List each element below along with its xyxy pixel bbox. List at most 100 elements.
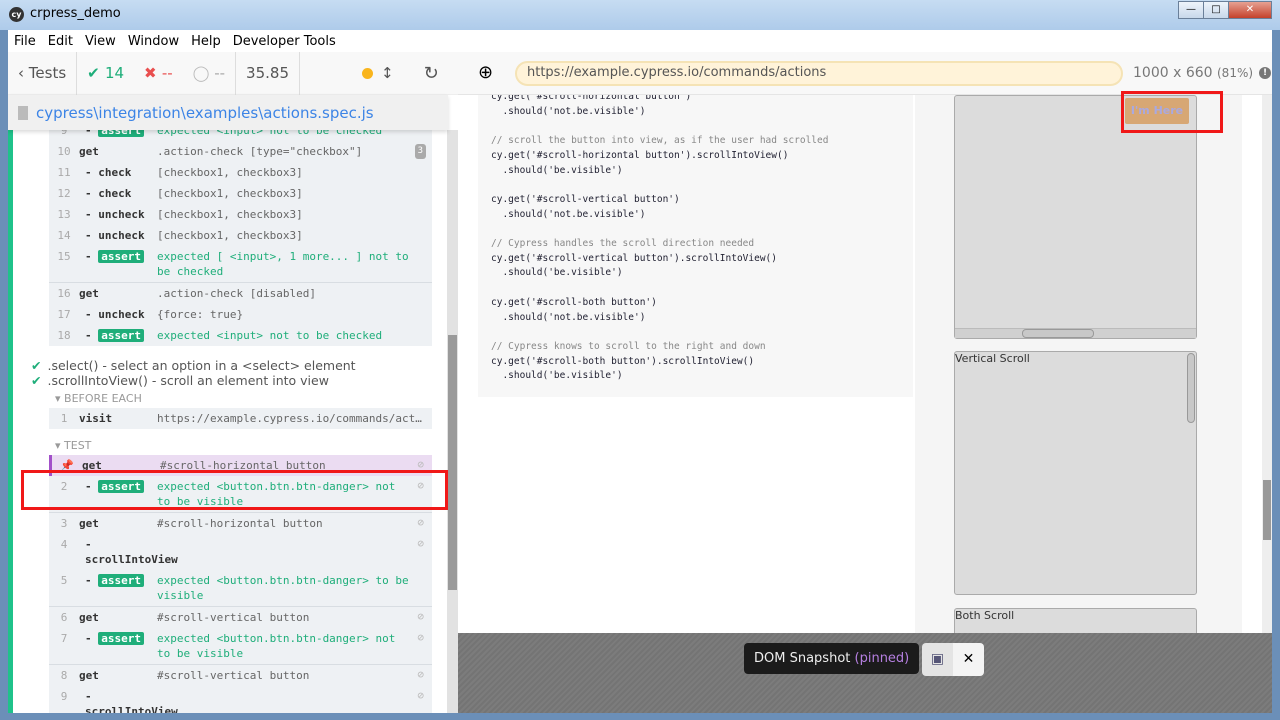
command-row[interactable]: 13- uncheck [checkbox1, checkbox3] — [49, 204, 432, 225]
command-message: {force: true} — [157, 308, 244, 321]
eye-slash-icon: ⊘ — [417, 537, 424, 550]
command-name: get — [79, 287, 99, 300]
pending-count: -- — [214, 64, 226, 82]
scroll-vertical-box[interactable]: Vertical Scroll — [954, 351, 1197, 595]
pending-circle-icon: ◯ — [192, 64, 215, 82]
command-row[interactable]: 18- assert expected <input> not to be che… — [49, 325, 432, 346]
command-name: - check — [85, 166, 132, 179]
command-message: [checkbox1, checkbox3] — [157, 166, 303, 179]
highlight-toggle-icon[interactable]: ▣ — [922, 643, 953, 676]
failed-count: -- — [161, 64, 173, 82]
command-row[interactable]: 7- assert expected <button.btn.btn-danger… — [49, 628, 432, 664]
code-line: .should('not.be.visible') — [491, 105, 646, 117]
back-to-tests-button[interactable]: ‹ Tests — [8, 52, 78, 95]
code-line: cy.get('#scroll-horizontal button').scro… — [491, 149, 789, 161]
eye-slash-icon: ⊘ — [417, 631, 424, 644]
command-row[interactable]: 16 get .action-check [disabled] — [49, 282, 432, 304]
info-icon[interactable]: ! — [1259, 67, 1272, 79]
hook-test[interactable]: ▾ TEST — [49, 429, 432, 455]
test-scrollintoview[interactable]: ✔ .scrollIntoView() - scroll an element i… — [31, 373, 432, 388]
command-row[interactable]: 1 visit https://example.cypress.io/command… — [49, 408, 432, 429]
caret-down-icon: ▾ — [55, 439, 61, 452]
eye-slash-icon: ⊘ — [417, 516, 424, 529]
spec-file-path[interactable]: cypress\integration\examples\actions.spe… — [8, 95, 448, 130]
command-row[interactable]: 9- scrollIntoView ⊘ — [49, 686, 432, 713]
rerun-icon[interactable]: ↻ — [424, 63, 439, 84]
menu-file[interactable]: File — [8, 34, 42, 49]
reporter-panel: ‹ Tests ✔ 14 ✖ -- ◯ -- 35.85 ↕ ↻ cypress… — [8, 52, 458, 713]
command-row[interactable]: 3 get #scroll-horizontal button ⊘ — [49, 512, 432, 534]
assert-badge: assert — [98, 250, 144, 263]
command-name: get — [79, 611, 99, 624]
runner-panel: ⊕ https://example.cypress.io/commands/ac… — [458, 52, 1272, 713]
aut-scrollbar[interactable] — [1262, 95, 1272, 633]
command-name: - scrollIntoView — [85, 538, 178, 566]
code-line: .should('be.visible') — [491, 164, 623, 176]
command-message: .action-check [disabled] — [157, 287, 316, 300]
check-icon: ✔ — [31, 373, 42, 388]
maximize-button[interactable]: □ — [1203, 1, 1229, 19]
close-window-button[interactable]: ✕ — [1228, 1, 1272, 19]
reporter-scrollbar[interactable] — [447, 130, 458, 713]
code-example: cy.get('#scroll-horizontal button') .sho… — [478, 95, 913, 397]
snapshot-bar: DOM Snapshot (pinned) ▣ ✕ — [458, 633, 1272, 713]
command-message: [checkbox1, checkbox3] — [157, 229, 303, 242]
test-select[interactable]: ✔ .select() - select an option in a <sele… — [31, 358, 432, 373]
command-row[interactable]: 14- uncheck [checkbox1, checkbox3] — [49, 225, 432, 246]
window-titlebar: cy crpress_demo — □ ✕ — [0, 0, 1280, 30]
command-message: .action-check [type="checkbox"] — [157, 145, 363, 158]
code-line: // scroll the button into view, as if th… — [491, 135, 829, 147]
command-name: get — [79, 145, 99, 158]
eye-slash-icon: ⊘ — [417, 610, 424, 623]
menu-edit[interactable]: Edit — [42, 34, 79, 49]
close-snapshot-icon[interactable]: ✕ — [953, 643, 984, 676]
x-icon: ✖ — [144, 64, 162, 82]
code-line: cy.get('#scroll-horizontal button') — [491, 95, 692, 102]
scroll-both-box[interactable]: Both Scroll — [954, 608, 1197, 633]
command-message: expected <button.btn.btn-danger> not to … — [157, 632, 396, 660]
command-row[interactable]: 12- check [checkbox1, checkbox3] — [49, 183, 432, 204]
menu-developer-tools[interactable]: Developer Tools — [227, 34, 342, 49]
menu-help[interactable]: Help — [185, 34, 227, 49]
check-icon: ✔ — [87, 64, 105, 82]
eye-slash-icon: ⊘ — [417, 689, 424, 702]
command-message: [checkbox1, checkbox3] — [157, 187, 303, 200]
menu-view[interactable]: View — [79, 34, 122, 49]
passed-indicator — [8, 130, 13, 713]
window-title: crpress_demo — [30, 6, 121, 21]
command-message: expected <input> not to be checked — [157, 329, 383, 342]
check-icon: ✔ — [31, 358, 42, 373]
hook-before-each[interactable]: ▾ BEFORE EACH — [49, 388, 432, 408]
command-row[interactable]: 5- assert expected <button.btn.btn-danger… — [49, 570, 432, 606]
menu-window[interactable]: Window — [122, 34, 185, 49]
highlight-box-command — [21, 470, 448, 510]
code-line: cy.get('#scroll-both button').scrollInto… — [491, 355, 755, 367]
assert-badge: assert — [98, 329, 144, 342]
command-row[interactable]: 17- uncheck {force: true} — [49, 304, 432, 325]
command-message: expected <button.btn.btn-danger> to be v… — [157, 574, 409, 602]
passed-count: 14 — [104, 64, 125, 82]
menu-bar: File Edit View Window Help Developer Too… — [8, 30, 1272, 52]
command-row[interactable]: 6 get #scroll-vertical button ⊘ — [49, 606, 432, 628]
selector-playground-crosshair-icon[interactable]: ⊕ — [478, 62, 493, 83]
code-line: // Cypress knows to scroll to the right … — [491, 340, 766, 352]
aut-url: https://example.cypress.io/commands/acti… — [515, 60, 1123, 86]
command-row[interactable]: 11- check [checkbox1, checkbox3] — [49, 162, 432, 183]
code-line: cy.get('#scroll-both button') — [491, 296, 657, 308]
duration: 35.85 — [246, 64, 289, 82]
command-row[interactable]: 10 get .action-check [type="checkbox"] 3 — [49, 141, 432, 162]
command-name: - check — [85, 187, 132, 200]
minimize-button[interactable]: — — [1178, 1, 1204, 19]
auto-scroll-dot-icon[interactable] — [362, 67, 374, 79]
dom-snapshot-label: DOM Snapshot (pinned) — [744, 643, 920, 674]
vertical-arrows-icon[interactable]: ↕ — [381, 64, 394, 82]
command-name: - uncheck — [85, 208, 145, 221]
command-row[interactable]: 15- assert expected [ <input>, 1 more... … — [49, 246, 432, 282]
command-row[interactable]: 4- scrollIntoView ⊘ — [49, 534, 432, 570]
command-row[interactable]: 8 get #scroll-vertical button ⊘ — [49, 664, 432, 686]
command-name: - uncheck — [85, 229, 145, 242]
